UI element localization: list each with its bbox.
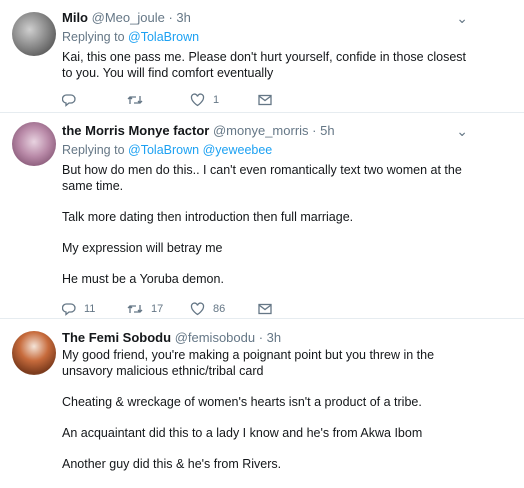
tweet-actions: 1 (62, 92, 312, 108)
reply-icon (62, 94, 76, 107)
like-button[interactable]: 1 (190, 92, 219, 108)
username[interactable]: @monye_morris (213, 123, 309, 138)
tweet-morris-monye[interactable]: the Morris Monye factor @monye_morris · … (0, 113, 524, 318)
timestamp[interactable]: · 3h (259, 330, 281, 345)
replying-to: Replying to @TolaBrown @yeweebee (62, 143, 272, 157)
chevron-down-icon[interactable]: ⌄ (456, 123, 468, 140)
avatar[interactable] (12, 331, 56, 375)
heart-icon (190, 93, 205, 107)
avatar[interactable] (12, 122, 56, 166)
like-count: 86 (213, 303, 226, 315)
retweet-icon (127, 305, 143, 313)
chevron-down-icon[interactable]: ⌄ (456, 10, 468, 27)
username[interactable]: @femisobodu (175, 330, 255, 345)
tweet-paragraph: Another guy did this & he's from Rivers. (62, 457, 282, 471)
tweet-paragraph: Talk more dating then introduction then … (62, 210, 354, 224)
like-button[interactable]: 86 (190, 301, 225, 317)
timestamp[interactable]: · 3h (168, 10, 190, 25)
display-name[interactable]: The Femi Sobodu (62, 330, 171, 345)
display-name[interactable]: Milo (62, 10, 88, 25)
reply-button[interactable]: 11 (62, 301, 95, 317)
tweet-milo[interactable]: Milo @Meo_joule · 3h ⌄ Replying to @Tola… (0, 0, 524, 112)
retweet-button[interactable]: 17 (127, 301, 163, 317)
tweet-paragraph: Kai, this one pass me. Please don't hurt… (62, 50, 466, 80)
tweet-header: Milo @Meo_joule · 3h (62, 10, 191, 25)
heart-icon (190, 302, 205, 316)
tweet-paragraph: Cheating & wreckage of women's hearts is… (62, 395, 422, 409)
tweet-header: The Femi Sobodu @femisobodu · 3h (62, 330, 281, 345)
tweet-femi-sobodu[interactable]: The Femi Sobodu @femisobodu · 3h My good… (0, 319, 524, 488)
timestamp[interactable]: · 5h (312, 123, 334, 138)
direct-message-button[interactable] (258, 301, 272, 317)
mention-link[interactable]: @TolaBrown (128, 143, 199, 157)
retweet-button[interactable] (127, 92, 151, 108)
mention-link[interactable]: @yeweebee (203, 143, 273, 157)
tweet-paragraph: My good friend, you're making a poignant… (62, 348, 435, 378)
reply-count: 11 (84, 303, 96, 315)
retweet-count: 17 (151, 303, 164, 315)
tweet-text: But how do men do this.. I can't even ro… (62, 162, 472, 287)
reply-button[interactable] (62, 92, 84, 108)
replying-to: Replying to @TolaBrown (62, 30, 199, 44)
mention-link[interactable]: @TolaBrown (128, 30, 199, 44)
tweet-header: the Morris Monye factor @monye_morris · … (62, 123, 335, 138)
tweet-paragraph: An acquaintant did this to a lady I know… (62, 426, 423, 440)
direct-message-button[interactable] (258, 92, 272, 108)
display-name[interactable]: the Morris Monye factor (62, 123, 209, 138)
like-count: 1 (213, 94, 220, 106)
avatar[interactable] (12, 12, 56, 56)
tweet-text: My good friend, you're making a poignant… (62, 347, 472, 472)
tweet-text: Kai, this one pass me. Please don't hurt… (62, 49, 472, 81)
envelope-icon (258, 94, 272, 106)
tweet-paragraph: He must be a Yoruba demon. (62, 272, 224, 286)
tweet-paragraph: My expression will betray me (62, 241, 223, 255)
tweet-paragraph: But how do men do this.. I can't even ro… (62, 163, 462, 193)
envelope-icon (258, 303, 272, 315)
tweet-actions: 11 17 86 (62, 301, 312, 317)
username[interactable]: @Meo_joule (92, 10, 165, 25)
replying-to-label: Replying to (62, 143, 125, 157)
replying-to-label: Replying to (62, 30, 125, 44)
retweet-icon (127, 96, 143, 104)
reply-icon (62, 303, 76, 316)
